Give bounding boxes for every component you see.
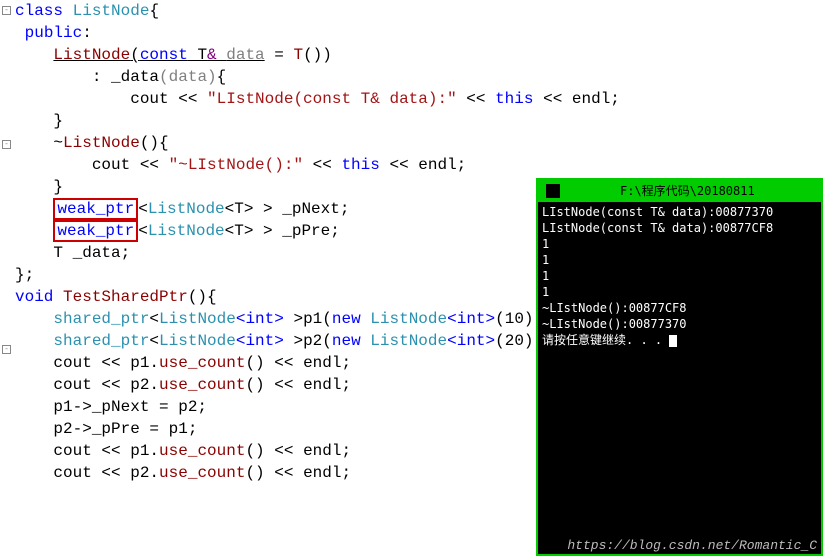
cursor-icon <box>669 335 677 347</box>
code-line[interactable]: class ListNode{ <box>0 0 823 22</box>
code-line[interactable]: public: <box>0 22 823 44</box>
code-line[interactable]: } <box>0 110 823 132</box>
code-line[interactable]: ~ListNode(){ <box>0 132 823 154</box>
code-line[interactable]: : _data(data){ <box>0 66 823 88</box>
console-output: LIstNode(const T& data):00877370LIstNode… <box>538 202 821 350</box>
console-title-text: F:\程序代码\20180811 <box>620 180 755 202</box>
console-titlebar[interactable]: F:\程序代码\20180811 <box>538 180 821 202</box>
watermark: https://blog.csdn.net/Romantic_C <box>567 538 817 553</box>
console-icon <box>546 184 560 198</box>
code-line[interactable]: ListNode(const T& data = T()) <box>0 44 823 66</box>
code-line[interactable]: cout << "~LIstNode():" << this << endl; <box>0 154 823 176</box>
console-window[interactable]: F:\程序代码\20180811 LIstNode(const T& data)… <box>536 178 823 556</box>
code-line[interactable]: cout << "LIstNode(const T& data):" << th… <box>0 88 823 110</box>
